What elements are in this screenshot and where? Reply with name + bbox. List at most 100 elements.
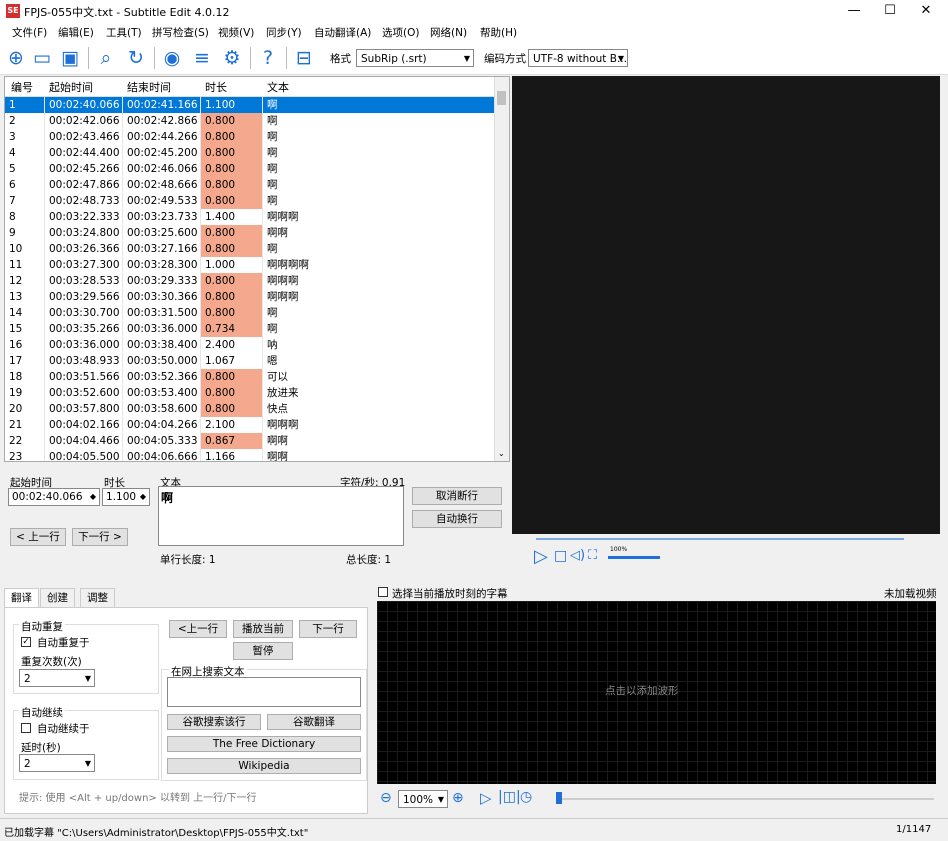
volume-slider[interactable] [608, 556, 660, 559]
next-line-button[interactable]: 下一行 > [72, 528, 128, 546]
subtitle-grid[interactable]: 编号 起始时间 结束时间 时长 文本 1 00:02:40.066 00:02:41… [4, 76, 510, 462]
volume-icon[interactable]: ◁) [570, 548, 585, 563]
unbreak-button[interactable]: 取消断行 [412, 487, 502, 505]
seek-bar[interactable] [536, 538, 904, 540]
auto-repeat-checkbox[interactable]: ✓ [21, 637, 31, 647]
replace-icon[interactable]: ↻ [124, 46, 148, 70]
spellcheck-icon[interactable]: ≡ [190, 46, 214, 70]
menu-file[interactable]: 文件(F) [12, 25, 47, 40]
table-row[interactable]: 13 00:03:29.566 00:03:30.366 0.800 啊啊啊 [5, 289, 495, 305]
delay-select[interactable]: 2 ▼ [19, 754, 95, 772]
fullscreen-icon[interactable]: ⛶ [588, 548, 597, 563]
play-waveform-icon[interactable]: ▷ [480, 789, 492, 807]
scroll-thumb[interactable] [497, 91, 506, 105]
table-row[interactable]: 20 00:03:57.800 00:03:58.600 0.800 快点 [5, 401, 495, 417]
duration-input[interactable]: 1.100 ◆ [102, 488, 150, 506]
menu-edit[interactable]: 编辑(E) [58, 25, 94, 40]
table-row[interactable]: 17 00:03:48.933 00:03:50.000 1.067 嗯 [5, 353, 495, 369]
minimize-button[interactable]: — [836, 0, 872, 22]
spin-icon[interactable]: ◆ [140, 489, 146, 505]
waveform-area[interactable]: 点击以添加波形 [377, 601, 936, 784]
zoom-in-icon[interactable]: ⊕ [452, 790, 464, 806]
slider-thumb[interactable] [556, 792, 562, 804]
visual-sync-icon[interactable]: ◉ [160, 46, 184, 70]
menu-tools[interactable]: 工具(T) [106, 25, 142, 40]
encoding-select[interactable]: UTF-8 without B... ▼ [528, 49, 628, 67]
prev-line-button[interactable]: < 上一行 [10, 528, 66, 546]
stop-icon[interactable]: □ [554, 548, 567, 564]
maximize-button[interactable]: ☐ [872, 0, 908, 22]
save-icon[interactable]: ▣ [58, 46, 82, 70]
spin-icon[interactable]: ◆ [90, 489, 96, 505]
table-row[interactable]: 11 00:03:27.300 00:03:28.300 1.000 啊啊啊啊 [5, 257, 495, 273]
table-row[interactable]: 5 00:02:45.266 00:02:46.066 0.800 啊 [5, 161, 495, 177]
google-search-button[interactable]: 谷歌搜索该行 [167, 714, 261, 730]
split-icon[interactable]: |◫| [498, 789, 521, 805]
menu-sync[interactable]: 同步(Y) [266, 25, 302, 40]
col-text[interactable]: 文本 [267, 79, 289, 95]
menu-autotranslate[interactable]: 自动翻译(A) [314, 25, 371, 40]
menu-options[interactable]: 选项(O) [382, 25, 419, 40]
table-row[interactable]: 21 00:04:02.166 00:04:04.266 2.100 啊啊啊 [5, 417, 495, 433]
zoom-out-icon[interactable]: ⊖ [380, 790, 392, 806]
tab-create[interactable]: 创建 [40, 588, 75, 608]
col-end[interactable]: 结束时间 [127, 79, 171, 95]
new-file-icon[interactable]: ⊕ [4, 46, 28, 70]
subtitle-text-input[interactable]: 啊 [158, 486, 404, 546]
speed-icon[interactable]: ◷ [520, 789, 532, 805]
pause-button[interactable]: 暂停 [233, 642, 293, 660]
open-folder-icon[interactable]: ▭ [30, 46, 54, 70]
chevron-down-icon[interactable]: ⌄ [498, 449, 505, 458]
table-row[interactable]: 15 00:03:35.266 00:03:36.000 0.734 啊 [5, 321, 495, 337]
table-row[interactable]: 12 00:03:28.533 00:03:29.333 0.800 啊啊啊 [5, 273, 495, 289]
table-row[interactable]: 14 00:03:30.700 00:03:31.500 0.800 啊 [5, 305, 495, 321]
table-row[interactable]: 16 00:03:36.000 00:03:38.400 2.400 呐 [5, 337, 495, 353]
cell-start: 00:02:44.400 [45, 145, 123, 161]
col-start[interactable]: 起始时间 [49, 79, 93, 95]
repeat-count-select[interactable]: 2 ▼ [19, 669, 95, 687]
col-duration[interactable]: 时长 [205, 79, 227, 95]
wikipedia-button[interactable]: Wikipedia [167, 758, 361, 774]
click-to-add-waveform[interactable]: 点击以添加波形 [605, 683, 679, 698]
play-icon[interactable]: ▷ [534, 546, 548, 567]
menu-help[interactable]: 帮助(H) [480, 25, 517, 40]
next-button[interactable]: 下一行 [299, 620, 357, 638]
video-player[interactable] [512, 76, 940, 534]
layout-icon[interactable]: ⊟ [292, 46, 316, 70]
menu-network[interactable]: 网络(N) [430, 25, 467, 40]
table-row[interactable]: 1 00:02:40.066 00:02:41.166 1.100 啊 [5, 97, 495, 113]
col-number[interactable]: 编号 [11, 79, 33, 95]
table-row[interactable]: 22 00:04:04.466 00:04:05.333 0.867 啊啊 [5, 433, 495, 449]
auto-break-button[interactable]: 自动换行 [412, 510, 502, 528]
google-translate-button[interactable]: 谷歌翻译 [267, 714, 361, 730]
help-icon[interactable]: ? [256, 46, 280, 70]
start-time-input[interactable]: 00:02:40.066 ◆ [8, 488, 100, 506]
waveform-zoom-select[interactable]: 100% ▼ [398, 790, 448, 808]
table-row[interactable]: 2 00:02:42.066 00:02:42.866 0.800 啊 [5, 113, 495, 129]
web-search-input[interactable] [167, 677, 361, 707]
table-row[interactable]: 23 00:04:05.500 00:04:06.666 1.166 啊啊 [5, 449, 495, 461]
free-dictionary-button[interactable]: The Free Dictionary [167, 736, 361, 752]
tab-adjust[interactable]: 调整 [80, 588, 115, 608]
table-row[interactable]: 9 00:03:24.800 00:03:25.600 0.800 啊啊 [5, 225, 495, 241]
table-row[interactable]: 10 00:03:26.366 00:03:27.166 0.800 啊 [5, 241, 495, 257]
waveform-position-slider[interactable] [556, 798, 934, 800]
table-row[interactable]: 3 00:02:43.466 00:02:44.266 0.800 啊 [5, 129, 495, 145]
table-row[interactable]: 8 00:03:22.333 00:03:23.733 1.400 啊啊啊 [5, 209, 495, 225]
play-current-button[interactable]: 播放当前 [233, 620, 293, 638]
table-row[interactable]: 18 00:03:51.566 00:03:52.366 0.800 可以 [5, 369, 495, 385]
table-row[interactable]: 7 00:02:48.733 00:02:49.533 0.800 啊 [5, 193, 495, 209]
close-button[interactable]: ✕ [908, 0, 944, 22]
select-current-checkbox[interactable] [378, 587, 388, 597]
menu-spellcheck[interactable]: 拼写检查(S) [152, 25, 209, 40]
settings-gear-icon[interactable]: ⚙ [220, 46, 244, 70]
table-row[interactable]: 4 00:02:44.400 00:02:45.200 0.800 啊 [5, 145, 495, 161]
format-select[interactable]: SubRip (.srt) ▼ [356, 49, 474, 67]
table-row[interactable]: 19 00:03:52.600 00:03:53.400 0.800 放进来 [5, 385, 495, 401]
menu-video[interactable]: 视频(V) [218, 25, 254, 40]
find-icon[interactable]: ⌕ [94, 46, 118, 70]
grid-scrollbar[interactable]: ⌄ [494, 77, 509, 461]
auto-continue-checkbox[interactable] [21, 723, 31, 733]
prev-button[interactable]: <上一行 [169, 620, 227, 638]
table-row[interactable]: 6 00:02:47.866 00:02:48.666 0.800 啊 [5, 177, 495, 193]
